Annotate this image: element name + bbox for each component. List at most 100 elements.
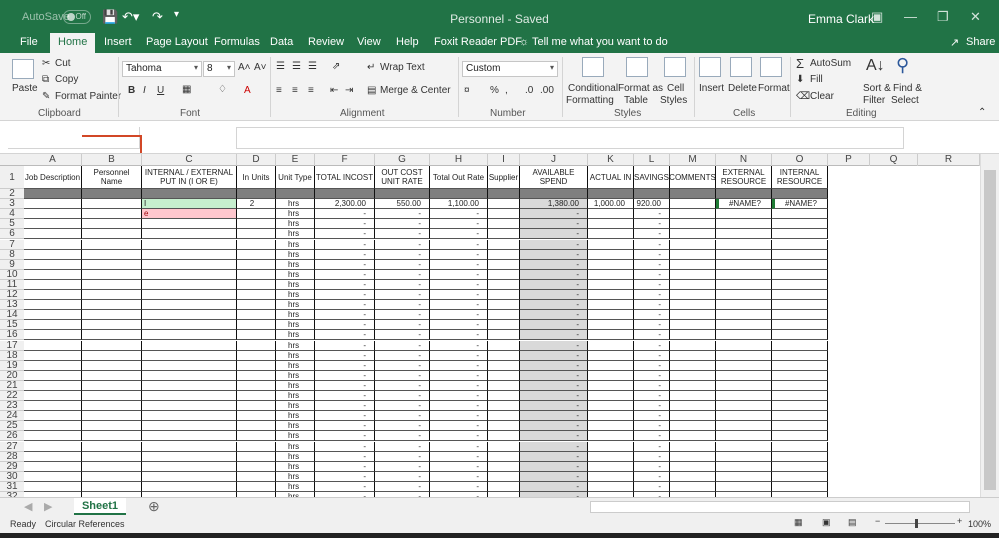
cell-b24[interactable] [82,411,142,422]
column-header[interactable]: Q [870,154,918,166]
cell-b26[interactable] [82,431,142,442]
cell-i17[interactable] [488,340,520,351]
cell-g16[interactable]: - [375,330,430,341]
cell-g31[interactable]: - [375,481,430,492]
cell-n19[interactable] [716,360,772,371]
cell-b8[interactable] [82,249,142,260]
cell-f8[interactable]: - [315,249,375,260]
cell-i13[interactable] [488,300,520,311]
cell-a12[interactable] [24,290,82,301]
cell-o21[interactable] [772,380,828,391]
percent-icon[interactable]: % [490,85,499,96]
cell-i9[interactable] [488,259,520,270]
sort-filter-icon[interactable]: A↓ [866,57,885,75]
cell-f14[interactable]: - [315,310,375,321]
format-as-table-button[interactable]: Format as [618,83,663,94]
cell-m15[interactable] [670,320,716,331]
merge-center-icon[interactable]: ▤ [367,85,376,96]
cell-m23[interactable] [670,401,716,412]
cell-a7[interactable] [24,239,82,250]
cell-j12[interactable]: - [520,290,588,301]
header-cell-f[interactable]: TOTAL INCOST [315,166,375,189]
cell-d18[interactable] [237,350,276,361]
cell-e27[interactable]: hrs [276,441,315,452]
cell-a23[interactable] [24,401,82,412]
header-cell-l[interactable]: SAVINGS [634,166,670,189]
cell-i24[interactable] [488,411,520,422]
cell-c24[interactable] [142,411,237,422]
increase-decimal-icon[interactable]: .0 [525,85,533,96]
cell-e18[interactable]: hrs [276,350,315,361]
cell-g5[interactable]: - [375,219,430,230]
user-name[interactable]: Emma Clark [808,12,874,26]
cell-h4[interactable]: - [430,209,488,220]
column-header[interactable]: K [588,154,634,166]
cell-h23[interactable]: - [430,401,488,412]
cell-m27[interactable] [670,441,716,452]
cell-c29[interactable] [142,461,237,472]
cell-n15[interactable] [716,320,772,331]
cell-o18[interactable] [772,350,828,361]
cell-b18[interactable] [82,350,142,361]
cell-e30[interactable]: hrs [276,471,315,482]
cell-c15[interactable] [142,320,237,331]
cell-i4[interactable] [488,209,520,220]
cell-i28[interactable] [488,451,520,462]
cell-c11[interactable] [142,279,237,290]
cell-f6[interactable]: - [315,229,375,240]
cell-e21[interactable]: hrs [276,380,315,391]
tell-me-box[interactable]: Tell me what you want to do [532,36,668,48]
cell-n14[interactable] [716,310,772,321]
cell-g11[interactable]: - [375,279,430,290]
cell-n29[interactable] [716,461,772,472]
add-sheet-icon[interactable]: ⊕ [148,498,160,515]
separator-cell[interactable] [237,189,276,200]
sort-filter-label2[interactable]: Filter [863,95,885,106]
cell-g19[interactable]: - [375,360,430,371]
cell-h16[interactable]: - [430,330,488,341]
cell-h12[interactable]: - [430,290,488,301]
cell-f10[interactable]: - [315,269,375,280]
cell-k19[interactable] [588,360,634,371]
cell-f13[interactable]: - [315,300,375,311]
header-cell-i[interactable]: Supplier [488,166,520,189]
cell-a9[interactable] [24,259,82,270]
cell-d19[interactable] [237,360,276,371]
font-name-select[interactable]: Tahoma [122,61,202,77]
cell-e15[interactable]: hrs [276,320,315,331]
cell-o8[interactable] [772,249,828,260]
cell-e20[interactable]: hrs [276,370,315,381]
cell-o17[interactable] [772,340,828,351]
header-cell-o[interactable]: INTERNAL RESOURCE [772,166,828,189]
cell-a28[interactable] [24,451,82,462]
cell-f4[interactable]: - [315,209,375,220]
separator-cell[interactable] [24,189,82,200]
formula-input[interactable] [236,127,904,149]
cell-o6[interactable] [772,229,828,240]
cell-b16[interactable] [82,330,142,341]
cell-i25[interactable] [488,421,520,432]
column-header[interactable]: J [520,154,588,166]
cell-a21[interactable] [24,380,82,391]
cell-l14[interactable]: - [634,310,670,321]
cell-c31[interactable] [142,481,237,492]
cell-h20[interactable]: - [430,370,488,381]
cell-a13[interactable] [24,300,82,311]
cell-m31[interactable] [670,481,716,492]
cell-d16[interactable] [237,330,276,341]
cell-l15[interactable]: - [634,320,670,331]
cell-j22[interactable]: - [520,391,588,402]
cell-a20[interactable] [24,370,82,381]
cell-l13[interactable]: - [634,300,670,311]
cell-m20[interactable] [670,370,716,381]
cell-d25[interactable] [237,421,276,432]
underline-icon[interactable]: U [157,85,164,96]
cell-a11[interactable] [24,279,82,290]
cell-j20[interactable]: - [520,370,588,381]
cell-h14[interactable]: - [430,310,488,321]
cell-e19[interactable]: hrs [276,360,315,371]
cell-f24[interactable]: - [315,411,375,422]
cell-l31[interactable]: - [634,481,670,492]
cell-h28[interactable]: - [430,451,488,462]
cell-f21[interactable]: - [315,380,375,391]
